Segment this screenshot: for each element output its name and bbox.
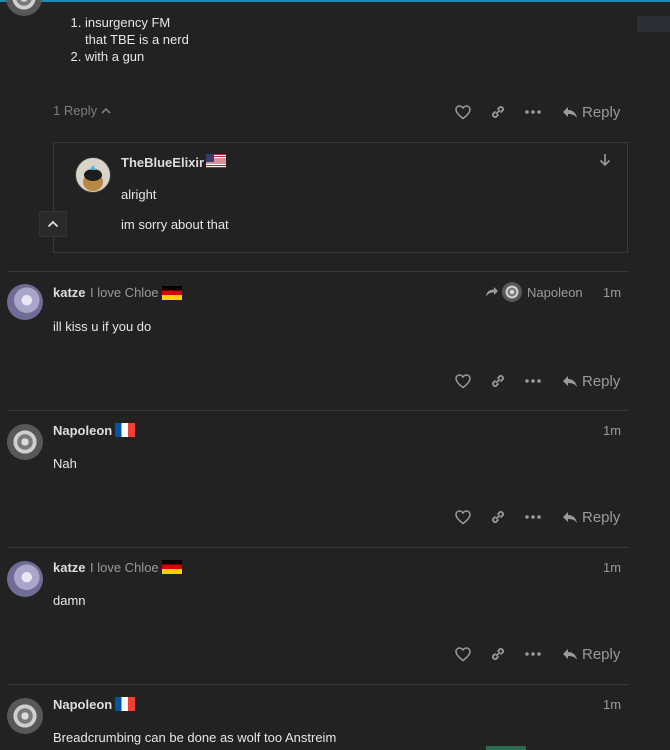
- reply-label: Reply: [582, 103, 621, 121]
- copy-link-button[interactable]: [486, 100, 510, 124]
- post-body: ill kiss u if you do: [53, 319, 152, 334]
- reply-button[interactable]: Reply: [562, 369, 620, 393]
- username[interactable]: katze: [53, 285, 86, 300]
- avatar: [502, 282, 522, 302]
- username[interactable]: katze: [53, 560, 86, 575]
- top-post-list: insurgency FM that TBE is a nerd with a …: [53, 14, 189, 65]
- flag-us-icon: [206, 154, 226, 168]
- flag-de-icon: [162, 286, 182, 300]
- reply-label: Reply: [582, 645, 621, 663]
- more-icon: [525, 110, 541, 114]
- arrow-down-icon: [599, 154, 611, 167]
- reply-icon: [563, 648, 577, 660]
- more-button[interactable]: [521, 505, 545, 529]
- list-item: with a gun: [85, 48, 189, 65]
- reply-button[interactable]: Reply: [562, 642, 620, 666]
- more-icon: [525, 379, 541, 383]
- more-icon: [525, 515, 541, 519]
- reply-line: alright: [121, 187, 157, 202]
- reply-count: 1 Reply: [53, 103, 98, 118]
- copy-link-button[interactable]: [486, 369, 510, 393]
- post-actions: Reply: [450, 505, 630, 529]
- reply-button[interactable]: Reply: [562, 505, 620, 529]
- post-separator: [8, 410, 628, 411]
- post-time[interactable]: 1m: [603, 697, 621, 712]
- post-time[interactable]: 1m: [603, 560, 621, 575]
- user-title: I love Chloe: [90, 285, 159, 300]
- more-button[interactable]: [521, 642, 545, 666]
- bottom-indicator: [486, 746, 526, 750]
- reply-icon: [563, 511, 577, 523]
- copy-link-button[interactable]: [486, 505, 510, 529]
- flag-fr-icon: [115, 423, 135, 437]
- list-item-text: that TBE is a nerd: [85, 32, 189, 47]
- avatar[interactable]: [7, 698, 43, 734]
- like-button[interactable]: [451, 505, 475, 529]
- username[interactable]: Napoleon: [53, 423, 112, 438]
- more-button[interactable]: [521, 100, 545, 124]
- post-body: Breadcrumbing can be done as wolf too An…: [53, 730, 337, 745]
- like-button[interactable]: [451, 642, 475, 666]
- more-icon: [525, 652, 541, 656]
- post-actions: Reply: [450, 369, 630, 393]
- avatar[interactable]: [7, 424, 43, 460]
- heart-icon: [455, 646, 471, 661]
- avatar[interactable]: [75, 157, 111, 193]
- list-item: insurgency FM that TBE is a nerd: [85, 14, 189, 48]
- collapse-replies-button[interactable]: [39, 211, 67, 237]
- reply-icon: [563, 375, 577, 387]
- reply-line: im sorry about that: [121, 217, 229, 232]
- link-icon: [492, 648, 504, 660]
- reply-label: Reply: [582, 508, 621, 526]
- list-item-text: with a gun: [85, 49, 145, 64]
- flag-fr-icon: [115, 697, 135, 711]
- reply-icon: [563, 106, 577, 118]
- reply-to-username: Napoleon: [527, 284, 583, 300]
- avatar[interactable]: [7, 561, 43, 597]
- post-separator: [8, 271, 628, 272]
- embedded-reply: TheBlueElixir alright im sorry about tha…: [53, 142, 628, 253]
- reply-button[interactable]: Reply: [562, 100, 620, 124]
- more-button[interactable]: [521, 369, 545, 393]
- post-time[interactable]: 1m: [603, 285, 621, 300]
- heart-icon: [455, 373, 471, 388]
- list-item-text: insurgency FM: [85, 15, 171, 30]
- chevron-up-icon: [47, 220, 59, 228]
- like-button[interactable]: [451, 369, 475, 393]
- reply-label: Reply: [582, 372, 621, 390]
- reply-to-tab[interactable]: Napoleon: [485, 282, 583, 302]
- chevron-up-icon: [101, 107, 111, 114]
- scroll-control[interactable]: [637, 16, 670, 32]
- avatar[interactable]: [7, 284, 43, 320]
- avatar[interactable]: [6, 0, 42, 16]
- copy-link-button[interactable]: [486, 642, 510, 666]
- heart-icon: [455, 104, 471, 119]
- link-icon: [492, 106, 504, 118]
- like-button[interactable]: [451, 100, 475, 124]
- heart-icon: [455, 509, 471, 524]
- link-icon: [492, 375, 504, 387]
- replies-toggle[interactable]: 1 Reply: [53, 103, 111, 118]
- post-time[interactable]: 1m: [603, 423, 621, 438]
- top-accent-bar: [0, 0, 670, 2]
- user-title: I love Chloe: [90, 560, 159, 575]
- post-body: Nah: [53, 456, 77, 471]
- avatar-image: [83, 165, 103, 191]
- jump-to-post-button[interactable]: [599, 153, 611, 170]
- share-arrow-icon: [486, 287, 498, 297]
- post-separator: [8, 684, 628, 685]
- username[interactable]: TheBlueElixir: [121, 155, 204, 170]
- post-actions: Reply: [450, 100, 630, 124]
- link-icon: [492, 511, 504, 523]
- post-actions: Reply: [450, 642, 630, 666]
- flag-de-icon: [162, 560, 182, 574]
- post-body: damn: [53, 593, 86, 608]
- username[interactable]: Napoleon: [53, 697, 112, 712]
- post-separator: [8, 547, 628, 548]
